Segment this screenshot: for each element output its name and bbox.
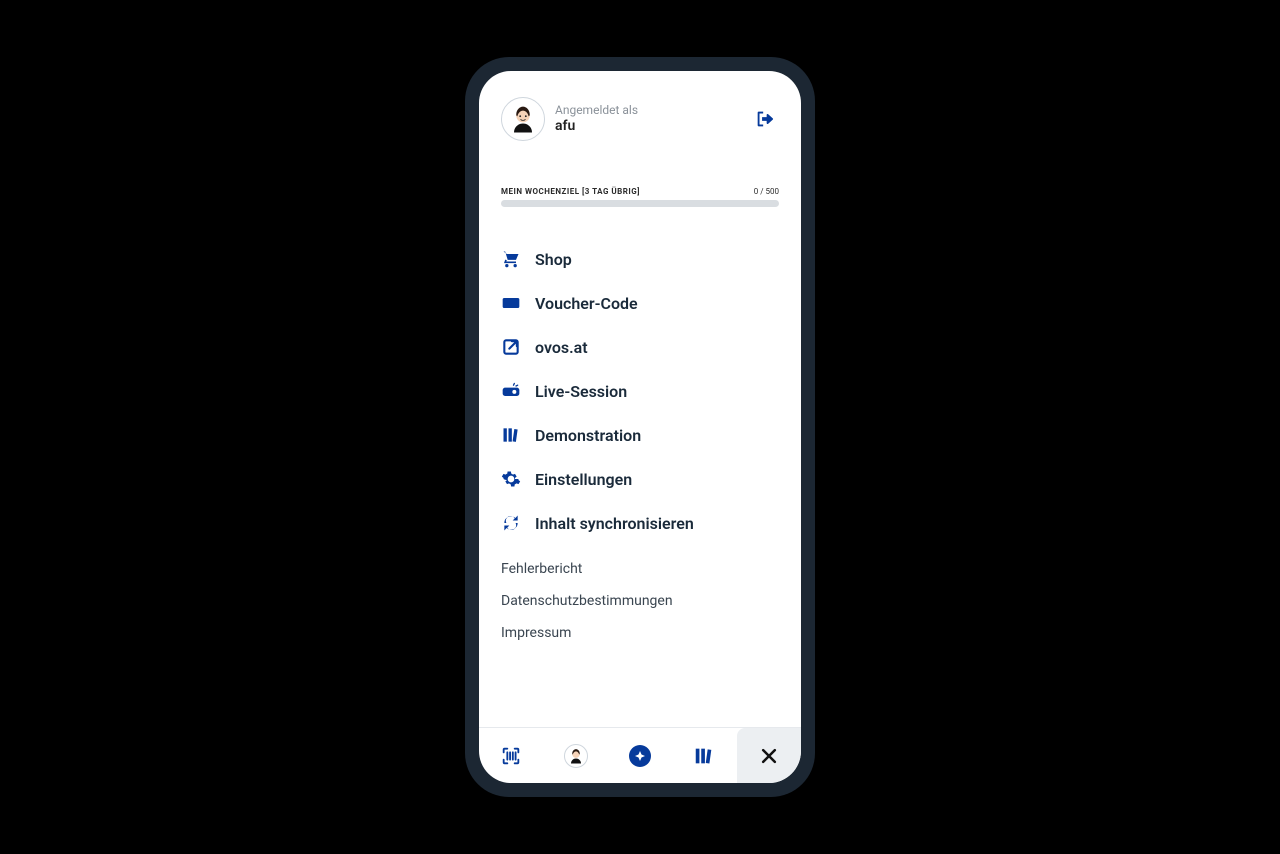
- stage: Angemeldet als afu MEIN WOCHENZIEL [3 TA…: [0, 0, 1280, 854]
- nav-explore-button[interactable]: [608, 728, 672, 783]
- link-datenschutz[interactable]: Datenschutzbestimmungen: [501, 585, 779, 617]
- compass-icon: [629, 745, 651, 767]
- cart-icon: [501, 249, 529, 269]
- avatar-icon: [564, 744, 588, 768]
- progress-row: MEIN WOCHENZIEL [3 TAG ÜBRIG] 0 / 500: [501, 187, 779, 196]
- menu-item-demonstration[interactable]: Demonstration: [501, 413, 779, 457]
- nav-library-button[interactable]: [672, 728, 736, 783]
- link-impressum[interactable]: Impressum: [501, 617, 779, 649]
- menu-item-label: ovos.at: [535, 338, 588, 357]
- menu-item-ovos[interactable]: ovos.at: [501, 325, 779, 369]
- avatar[interactable]: [501, 97, 545, 141]
- projector-icon: [501, 381, 529, 401]
- main-menu: Shop Voucher-Code ovos.at: [479, 207, 801, 545]
- screen-content: Angemeldet als afu MEIN WOCHENZIEL [3 TA…: [479, 71, 801, 727]
- menu-item-label: Voucher-Code: [535, 294, 638, 313]
- menu-item-live-session[interactable]: Live-Session: [501, 369, 779, 413]
- nav-close-button[interactable]: [737, 728, 801, 783]
- books-icon: [693, 745, 715, 767]
- secondary-links: Fehlerbericht Datenschutzbestimmungen Im…: [479, 545, 801, 649]
- scan-icon: [500, 745, 522, 767]
- menu-item-voucher[interactable]: Voucher-Code: [501, 281, 779, 325]
- nav-scan-button[interactable]: [479, 728, 543, 783]
- bottom-nav: [479, 727, 801, 783]
- ticket-icon: [501, 293, 529, 313]
- close-icon: [759, 746, 779, 766]
- menu-item-settings[interactable]: Einstellungen: [501, 457, 779, 501]
- logout-button[interactable]: [751, 105, 779, 133]
- weekly-goal-progressbar: [501, 200, 779, 207]
- sync-icon: [501, 513, 529, 533]
- weekly-goal-value: 0 / 500: [754, 187, 779, 196]
- weekly-goal-section: MEIN WOCHENZIEL [3 TAG ÜBRIG] 0 / 500: [479, 151, 801, 207]
- avatar-icon: [505, 101, 541, 137]
- username: afu: [555, 118, 751, 135]
- app-screen: Angemeldet als afu MEIN WOCHENZIEL [3 TA…: [479, 71, 801, 783]
- header: Angemeldet als afu: [479, 71, 801, 151]
- logout-icon: [754, 108, 776, 130]
- books-icon: [501, 425, 529, 445]
- logged-in-caption: Angemeldet als: [555, 103, 751, 117]
- menu-item-shop[interactable]: Shop: [501, 237, 779, 281]
- menu-item-label: Inhalt synchronisieren: [535, 514, 694, 533]
- gear-icon: [501, 469, 529, 489]
- menu-item-sync[interactable]: Inhalt synchronisieren: [501, 501, 779, 545]
- menu-item-label: Einstellungen: [535, 470, 632, 489]
- weekly-goal-label: MEIN WOCHENZIEL [3 TAG ÜBRIG]: [501, 187, 640, 196]
- phone-frame: Angemeldet als afu MEIN WOCHENZIEL [3 TA…: [465, 57, 815, 797]
- external-link-icon: [501, 337, 529, 357]
- nav-profile-button[interactable]: [543, 728, 607, 783]
- menu-item-label: Shop: [535, 250, 572, 269]
- link-fehlerbericht[interactable]: Fehlerbericht: [501, 553, 779, 585]
- menu-item-label: Live-Session: [535, 382, 627, 401]
- menu-item-label: Demonstration: [535, 426, 641, 445]
- user-text: Angemeldet als afu: [555, 103, 751, 134]
